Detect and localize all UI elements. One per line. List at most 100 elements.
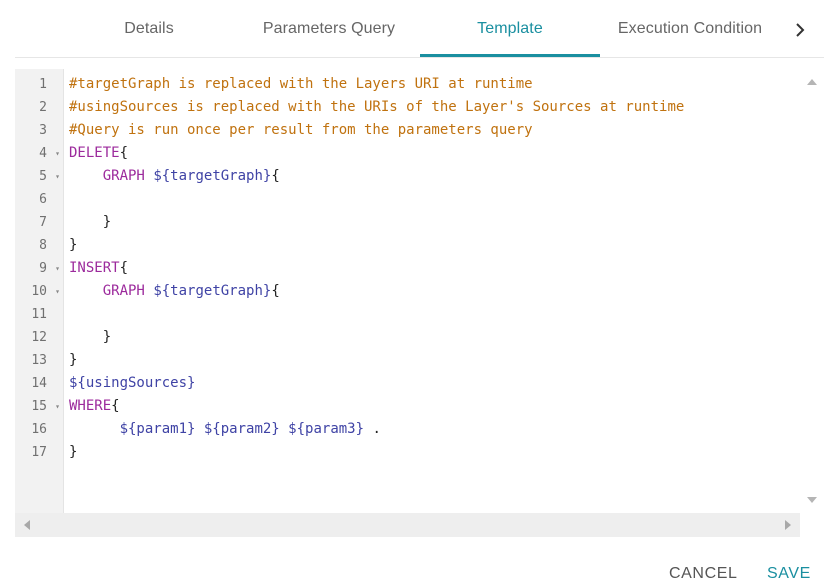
- code-token: {: [119, 260, 129, 276]
- cancel-button[interactable]: CANCEL: [669, 560, 738, 588]
- code-token: {: [111, 398, 120, 414]
- line-number: 16: [31, 422, 47, 437]
- code-line[interactable]: }: [69, 234, 77, 257]
- code-line[interactable]: }: [69, 326, 111, 349]
- line-number: 7: [39, 215, 47, 230]
- gutter-line: 17: [15, 441, 63, 464]
- code-line[interactable]: DELETE{: [69, 142, 128, 165]
- arrow-up-icon[interactable]: [807, 79, 817, 85]
- code-token: ${param1}: [119, 421, 196, 437]
- code-line[interactable]: #usingSources is replaced with the URIs …: [69, 96, 684, 119]
- vertical-scrollbar[interactable]: [800, 69, 824, 513]
- code-token: .: [364, 421, 381, 437]
- gutter-line: 13: [15, 349, 63, 372]
- line-number: 8: [39, 238, 47, 253]
- code-line[interactable]: GRAPH ${targetGraph}{: [69, 165, 280, 188]
- code-line[interactable]: }: [69, 211, 111, 234]
- code-token: }: [69, 214, 112, 230]
- code-token: ${param2}: [203, 421, 280, 437]
- fold-triangle-icon[interactable]: ▾: [55, 257, 60, 280]
- gutter-line: 15 ▾: [15, 395, 63, 418]
- save-button[interactable]: SAVE: [767, 560, 811, 588]
- tab-template[interactable]: Template: [420, 0, 600, 58]
- fold-triangle-icon[interactable]: ▾: [55, 395, 60, 418]
- code-token: }: [69, 444, 78, 460]
- line-number: 2: [39, 100, 47, 115]
- code-token: WHERE: [69, 398, 112, 414]
- line-number: 15: [31, 399, 47, 414]
- scrollbar-corner: [800, 513, 824, 537]
- line-number: 12: [31, 330, 47, 345]
- line-number: 14: [31, 376, 47, 391]
- line-number: 13: [31, 353, 47, 368]
- code-line[interactable]: }: [69, 349, 77, 372]
- chevron-right-icon[interactable]: [788, 18, 812, 42]
- code-line[interactable]: ${usingSources}: [69, 372, 195, 395]
- code-token: #Query is run once per result from the p…: [69, 122, 533, 138]
- code-token: INSERT: [69, 260, 120, 276]
- code-token: ${targetGraph}: [153, 283, 272, 299]
- gutter-line: 4 ▾: [15, 142, 63, 165]
- line-number: 17: [31, 445, 47, 460]
- arrow-down-icon[interactable]: [807, 497, 817, 503]
- line-number: 6: [39, 192, 47, 207]
- gutter-line: 14: [15, 372, 63, 395]
- line-number: 4: [39, 146, 47, 161]
- gutter-line: 11: [15, 303, 63, 326]
- code-token: ${usingSources}: [69, 375, 196, 391]
- fold-triangle-icon[interactable]: ▾: [55, 280, 60, 303]
- gutter-line: 10 ▾: [15, 280, 63, 303]
- arrow-right-icon[interactable]: [785, 520, 791, 530]
- code-token: {: [119, 145, 129, 161]
- code-token: ${targetGraph}: [153, 168, 272, 184]
- tab-divider: [15, 57, 824, 58]
- code-line[interactable]: INSERT{: [69, 257, 128, 280]
- code-line[interactable]: #targetGraph is replaced with the Layers…: [69, 73, 533, 96]
- fold-triangle-icon[interactable]: ▾: [55, 165, 60, 188]
- gutter-line: 12: [15, 326, 63, 349]
- code-line[interactable]: GRAPH ${targetGraph}{: [69, 280, 280, 303]
- tab-bar: Details Parameters Query Template Execut…: [0, 0, 832, 58]
- code-token: DELETE: [69, 145, 120, 161]
- gutter-line: 9 ▾: [15, 257, 63, 280]
- line-number-gutter: 1 2 3 4 ▾ 5 ▾ 6 7 8 9 ▾ 10 ▾ 11 12 13 14 15 ▾ 16 17: [15, 69, 64, 513]
- code-line[interactable]: ${param1} ${param2} ${param3} .: [69, 418, 381, 441]
- tab-details[interactable]: Details: [88, 0, 210, 58]
- line-number: 1: [39, 77, 47, 92]
- line-number: 11: [31, 307, 47, 322]
- line-number: 10: [31, 284, 47, 299]
- gutter-line: 8: [15, 234, 63, 257]
- gutter-line: 1: [15, 73, 63, 96]
- code-line[interactable]: #Query is run once per result from the p…: [69, 119, 533, 142]
- line-number: 3: [39, 123, 47, 138]
- code-token: ${param3}: [288, 421, 365, 437]
- code-token: }: [69, 329, 112, 345]
- code-editor[interactable]: 1 2 3 4 ▾ 5 ▾ 6 7 8 9 ▾ 10 ▾ 11 12 13 14 15 ▾ 16 17 #targetGr…: [15, 69, 824, 537]
- code-area[interactable]: #targetGraph is replaced with the Layers…: [69, 69, 799, 513]
- gutter-line: 6: [15, 188, 63, 211]
- gutter-line: 5 ▾: [15, 165, 63, 188]
- gutter-line: 7: [15, 211, 63, 234]
- line-number: 5: [39, 169, 47, 184]
- code-token: {: [271, 283, 280, 299]
- fold-triangle-icon[interactable]: ▾: [55, 142, 60, 165]
- tab-parameters-query[interactable]: Parameters Query: [238, 0, 420, 58]
- arrow-left-icon[interactable]: [24, 520, 30, 530]
- code-token: {: [271, 168, 280, 184]
- code-line[interactable]: WHERE{: [69, 395, 120, 418]
- gutter-line: 16: [15, 418, 63, 441]
- gutter-line: 2: [15, 96, 63, 119]
- code-token: GRAPH: [102, 283, 145, 299]
- code-line[interactable]: }: [69, 441, 77, 464]
- code-token: }: [69, 352, 78, 368]
- line-number: 9: [39, 261, 47, 276]
- horizontal-scrollbar[interactable]: [15, 513, 824, 537]
- code-token: GRAPH: [102, 168, 145, 184]
- tab-execution-condition[interactable]: Execution Condition: [600, 0, 780, 58]
- code-token: }: [69, 237, 78, 253]
